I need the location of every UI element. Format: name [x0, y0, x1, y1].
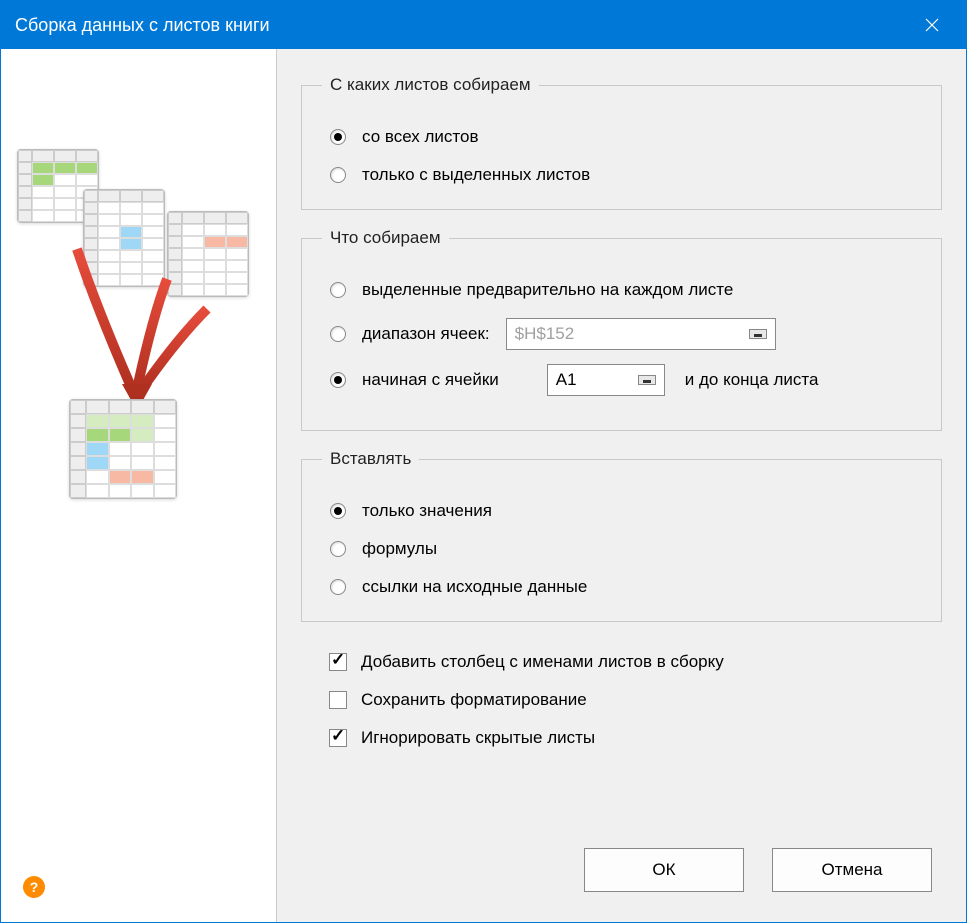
start-cell-input[interactable]: A1 — [547, 364, 665, 396]
start-cell-value: A1 — [556, 370, 632, 390]
sidebar: ? — [1, 49, 277, 922]
check-keep-format-label: Сохранить форматирование — [361, 690, 587, 710]
close-icon — [925, 18, 939, 32]
radio-start-cell[interactable] — [330, 372, 346, 388]
options-checks: Добавить столбец с именами листов в сбор… — [321, 652, 942, 748]
check-add-column-label: Добавить столбец с именами листов в сбор… — [361, 652, 724, 672]
check-add-column[interactable] — [329, 653, 347, 671]
window-title: Сборка данных с листов книги — [15, 15, 270, 36]
group-insert: Вставлять только значения формулы ссылки… — [301, 449, 942, 622]
radio-formulas-label: формулы — [362, 539, 437, 559]
group-insert-legend: Вставлять — [322, 449, 419, 469]
check-ignore-hidden-label: Игнорировать скрытые листы — [361, 728, 595, 748]
radio-selected-sheets-label: только с выделенных листов — [362, 165, 590, 185]
start-cell-suffix: и до конца листа — [685, 370, 819, 390]
radio-preselected-label: выделенные предварительно на каждом лист… — [362, 280, 733, 300]
radio-range[interactable] — [330, 326, 346, 342]
radio-start-cell-label: начиная с ячейки — [362, 370, 499, 390]
radio-values-only[interactable] — [330, 503, 346, 519]
range-input-value: $H$152 — [515, 324, 743, 344]
range-input[interactable]: $H$152 — [506, 318, 776, 350]
group-what-legend: Что собираем — [322, 228, 449, 248]
radio-formulas[interactable] — [330, 541, 346, 557]
group-from-sheets: С каких листов собираем со всех листов т… — [301, 75, 942, 210]
radio-all-sheets-label: со всех листов — [362, 127, 479, 147]
group-from-legend: С каких листов собираем — [322, 75, 539, 95]
sheets-illustration — [17, 149, 257, 569]
help-button[interactable]: ? — [23, 876, 45, 898]
range-picker-icon[interactable] — [749, 329, 767, 339]
radio-preselected[interactable] — [330, 282, 346, 298]
start-cell-picker-icon[interactable] — [638, 375, 656, 385]
ok-button[interactable]: ОК — [584, 848, 744, 892]
close-button[interactable] — [912, 5, 952, 45]
radio-links-label: ссылки на исходные данные — [362, 577, 587, 597]
radio-range-label: диапазон ячеек: — [362, 324, 490, 344]
group-what-collect: Что собираем выделенные предварительно н… — [301, 228, 942, 431]
check-ignore-hidden[interactable] — [329, 729, 347, 747]
cancel-button[interactable]: Отмена — [772, 848, 932, 892]
titlebar: Сборка данных с листов книги — [1, 1, 966, 49]
radio-all-sheets[interactable] — [330, 129, 346, 145]
radio-values-only-label: только значения — [362, 501, 492, 521]
dialog-buttons: ОК Отмена — [584, 848, 932, 892]
radio-selected-sheets[interactable] — [330, 167, 346, 183]
radio-links[interactable] — [330, 579, 346, 595]
main-panel: С каких листов собираем со всех листов т… — [277, 49, 966, 922]
check-keep-format[interactable] — [329, 691, 347, 709]
